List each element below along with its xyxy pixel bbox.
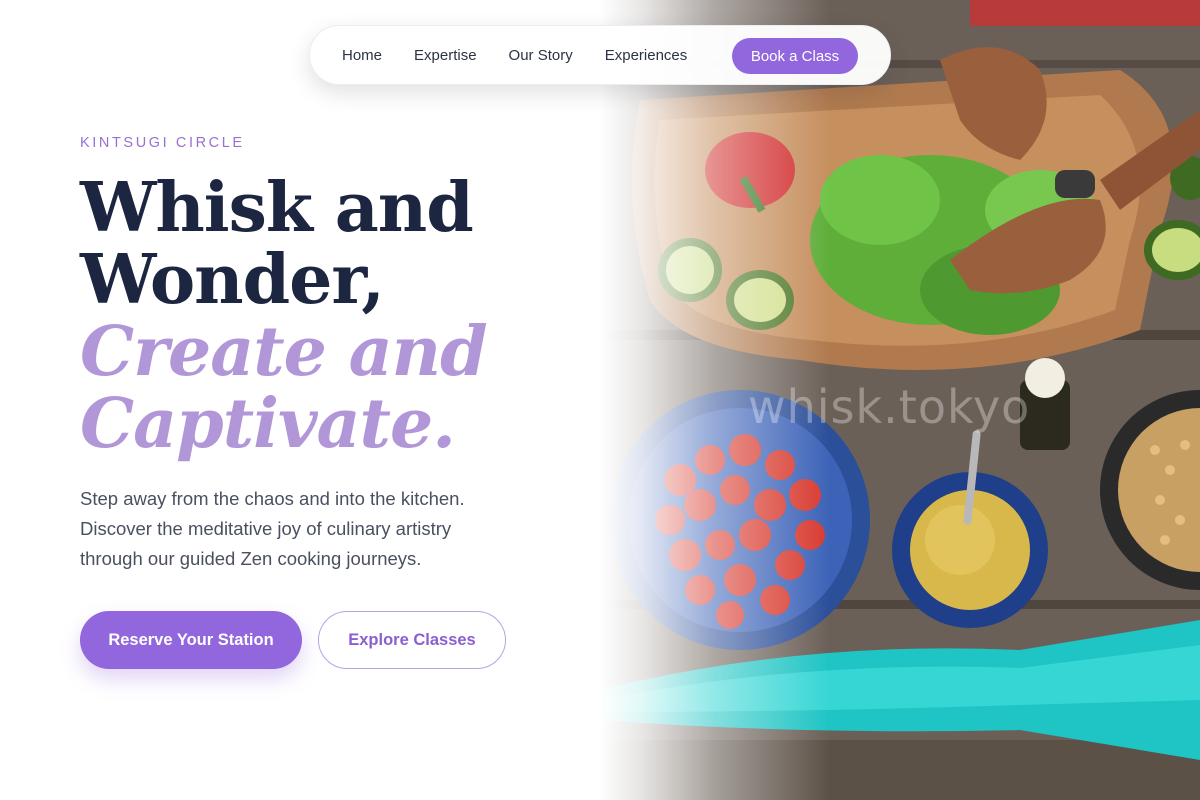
top-nav: Home Expertise Our Story Experiences Boo… bbox=[309, 25, 891, 85]
photo-watermark: whisk.tokyo bbox=[748, 380, 1031, 434]
reserve-station-button[interactable]: Reserve Your Station bbox=[80, 611, 302, 669]
description-line-3: through our guided Zen cooking journeys. bbox=[80, 548, 422, 569]
headline-line-2: Wonder, bbox=[80, 240, 385, 320]
hero-headline: Whisk and Wonder, Create and Captivate. bbox=[80, 172, 600, 460]
nav-link-expertise[interactable]: Expertise bbox=[414, 47, 477, 64]
description-line-1: Step away from the chaos and into the ki… bbox=[80, 488, 465, 509]
hero-description: Step away from the chaos and into the ki… bbox=[80, 484, 500, 574]
book-class-button[interactable]: Book a Class bbox=[732, 38, 858, 74]
explore-classes-button[interactable]: Explore Classes bbox=[318, 611, 506, 669]
brand-eyebrow: KINTSUGI CIRCLE bbox=[80, 135, 245, 151]
headline-accent-line-2: Captivate. bbox=[80, 384, 456, 464]
headline-line-1: Whisk and bbox=[80, 168, 474, 248]
description-line-2: Discover the meditative joy of culinary … bbox=[80, 518, 452, 539]
nav-link-home[interactable]: Home bbox=[342, 47, 382, 64]
nav-link-our-story[interactable]: Our Story bbox=[509, 47, 573, 64]
nav-link-experiences[interactable]: Experiences bbox=[605, 47, 688, 64]
headline-accent-line-1: Create and bbox=[80, 312, 488, 392]
